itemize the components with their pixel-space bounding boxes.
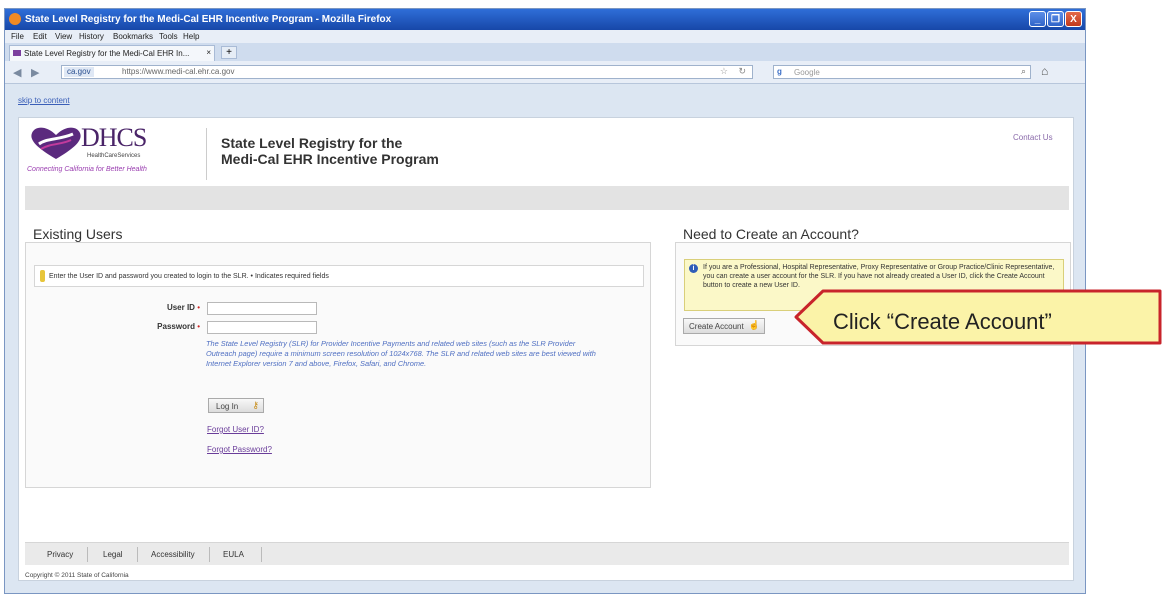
site-title: State Level Registry for the Medi-Cal EH… bbox=[221, 135, 439, 167]
footer-separator bbox=[137, 547, 138, 562]
heart-logo-icon bbox=[31, 127, 81, 159]
login-button-label: Log In bbox=[216, 402, 239, 411]
tab-close-icon[interactable]: × bbox=[206, 48, 211, 57]
menu-edit[interactable]: Edit bbox=[33, 32, 47, 41]
callout-text: Click “Create Account” bbox=[833, 309, 1052, 334]
favicon-icon bbox=[13, 50, 21, 56]
address-bar[interactable]: ca.gov https://www.medi-cal.ehr.ca.gov ☆… bbox=[61, 65, 753, 79]
footer-separator bbox=[209, 547, 210, 562]
search-icon[interactable]: ⌕ bbox=[1021, 66, 1026, 77]
menu-bookmarks[interactable]: Bookmarks bbox=[113, 32, 153, 41]
lightbulb-icon bbox=[40, 270, 45, 282]
footer-separator bbox=[87, 547, 88, 562]
menu-bar: File Edit View History Bookmarks Tools H… bbox=[5, 30, 1085, 43]
required-marker: • bbox=[197, 303, 200, 312]
forgot-user-id-link[interactable]: Forgot User ID? bbox=[207, 425, 264, 434]
login-instructions: Enter the User ID and password you creat… bbox=[34, 265, 644, 287]
footer-link-eula[interactable]: EULA bbox=[223, 550, 244, 559]
minimize-button[interactable]: _ bbox=[1029, 11, 1046, 27]
footer-link-privacy[interactable]: Privacy bbox=[47, 550, 73, 559]
password-input[interactable] bbox=[207, 321, 317, 334]
reload-icon[interactable]: ↻ bbox=[738, 66, 746, 77]
back-button[interactable]: ◀ bbox=[13, 66, 21, 79]
url-text[interactable]: https://www.medi-cal.ehr.ca.gov bbox=[122, 67, 235, 76]
forgot-password-link[interactable]: Forgot Password? bbox=[207, 445, 272, 454]
create-account-button[interactable]: Create Account ☝ bbox=[683, 318, 765, 334]
navigation-band bbox=[25, 186, 1069, 210]
hand-pointer-icon: ☝ bbox=[748, 320, 760, 330]
tab-title: State Level Registry for the Medi-Cal EH… bbox=[24, 49, 190, 58]
resolution-help-text: The State Level Registry (SLR) for Provi… bbox=[206, 339, 596, 368]
header-divider bbox=[206, 128, 207, 180]
menu-view[interactable]: View bbox=[55, 32, 72, 41]
footer-separator bbox=[261, 547, 262, 562]
footer-link-accessibility[interactable]: Accessibility bbox=[151, 550, 195, 559]
site-title-line2: Medi-Cal EHR Incentive Program bbox=[221, 151, 439, 167]
navigation-bar: ◀ ▶ ca.gov https://www.medi-cal.ehr.ca.g… bbox=[5, 61, 1085, 84]
skip-to-content-link[interactable]: skip to content bbox=[18, 96, 70, 105]
logo-subtext: HealthCareServices bbox=[87, 153, 141, 159]
tab-bar: State Level Registry for the Medi-Cal EH… bbox=[5, 43, 1085, 62]
footer-nav: Privacy Legal Accessibility EULA bbox=[25, 542, 1069, 565]
create-account-info-text: If you are a Professional, Hospital Repr… bbox=[703, 264, 1055, 289]
create-account-button-label: Create Account bbox=[689, 322, 744, 331]
existing-users-panel: Enter the User ID and password you creat… bbox=[25, 242, 651, 488]
create-account-heading: Need to Create an Account? bbox=[683, 226, 859, 242]
password-label: Password • bbox=[157, 322, 200, 331]
title-bar: State Level Registry for the Medi-Cal EH… bbox=[5, 9, 1085, 30]
new-tab-button[interactable]: + bbox=[221, 46, 237, 59]
menu-history[interactable]: History bbox=[79, 32, 104, 41]
logo-text: DHCS bbox=[81, 123, 147, 152]
search-box[interactable]: g Google ⌕ bbox=[773, 65, 1031, 79]
site-title-line1: State Level Registry for the bbox=[221, 135, 403, 151]
copyright-text: Copyright © 2011 State of California bbox=[25, 572, 129, 579]
browser-tab[interactable]: State Level Registry for the Medi-Cal EH… bbox=[9, 45, 215, 61]
menu-tools[interactable]: Tools bbox=[159, 32, 178, 41]
login-button[interactable]: Log In ⚷ bbox=[208, 398, 264, 413]
maximize-button[interactable]: ❐ bbox=[1047, 11, 1064, 27]
login-instructions-text: Enter the User ID and password you creat… bbox=[49, 273, 329, 280]
user-id-label: User ID • bbox=[166, 303, 200, 312]
home-icon[interactable]: ⌂ bbox=[1041, 64, 1048, 78]
forward-button[interactable]: ▶ bbox=[31, 66, 39, 79]
menu-help[interactable]: Help bbox=[183, 32, 199, 41]
contact-us-link[interactable]: Contact Us bbox=[1013, 133, 1053, 142]
google-icon[interactable]: g bbox=[777, 67, 782, 76]
site-identity-badge[interactable]: ca.gov bbox=[64, 67, 94, 77]
logo-tagline: Connecting California for Better Health bbox=[27, 166, 147, 173]
user-id-input[interactable] bbox=[207, 302, 317, 315]
dhcs-logo: DHCS HealthCareServices Connecting Calif… bbox=[27, 123, 205, 178]
info-icon: i bbox=[689, 264, 698, 273]
search-placeholder: Google bbox=[794, 68, 820, 77]
bookmark-star-icon[interactable]: ☆ bbox=[720, 66, 728, 77]
create-account-info: i If you are a Professional, Hospital Re… bbox=[684, 259, 1064, 311]
footer-link-legal[interactable]: Legal bbox=[103, 550, 123, 559]
page-content: DHCS HealthCareServices Connecting Calif… bbox=[18, 117, 1074, 581]
required-marker: • bbox=[197, 322, 200, 331]
menu-file[interactable]: File bbox=[11, 32, 24, 41]
key-icon: ⚷ bbox=[252, 400, 259, 410]
existing-users-heading: Existing Users bbox=[33, 226, 123, 242]
window-title: State Level Registry for the Medi-Cal EH… bbox=[25, 14, 392, 25]
firefox-icon bbox=[9, 13, 21, 25]
close-button[interactable]: X bbox=[1065, 11, 1082, 27]
